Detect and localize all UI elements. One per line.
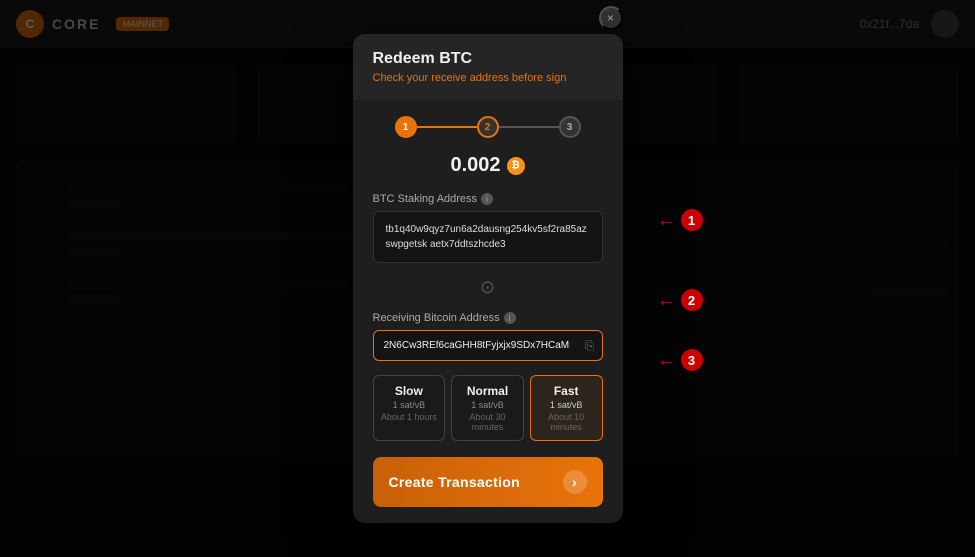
- step-1-label: 1: [403, 122, 409, 133]
- arrow-3-icon: ←: [657, 349, 677, 372]
- step-2: 2: [477, 116, 499, 138]
- redeem-modal: Redeem BTC Check your receive address be…: [353, 34, 623, 523]
- speed-slow-time: About 1 hours: [378, 412, 441, 422]
- speed-normal-time: About 30 minutes: [456, 412, 519, 432]
- speed-slow-rate: 1 sat/vB: [378, 400, 441, 410]
- annotation-2: ← 2: [657, 289, 703, 312]
- close-button[interactable]: ×: [599, 6, 623, 30]
- annotation-3-label: 3: [681, 349, 703, 371]
- modal-subtitle: Check your receive address before sign: [373, 72, 603, 84]
- step-indicator: 1 2 3: [373, 116, 603, 138]
- step-line-1: [417, 126, 477, 128]
- speed-fast[interactable]: Fast 1 sat/vB About 10 minutes: [530, 375, 603, 441]
- modal-overlay: × Redeem BTC Check your receive address …: [0, 0, 975, 557]
- speed-normal-name: Normal: [456, 384, 519, 398]
- paste-icon[interactable]: ⎘: [585, 338, 595, 353]
- staking-info-icon[interactable]: i: [481, 193, 493, 205]
- step-3: 3: [559, 116, 581, 138]
- staking-label-text: BTC Staking Address: [373, 193, 478, 205]
- arrow-1-icon: ←: [657, 209, 677, 232]
- modal-title: Redeem BTC: [373, 50, 603, 68]
- btc-icon: ₿: [507, 157, 525, 175]
- create-btn-label: Create Transaction: [389, 474, 520, 490]
- amount-number: 0.002: [450, 154, 500, 177]
- speed-normal[interactable]: Normal 1 sat/vB About 30 minutes: [451, 375, 524, 441]
- annotation-3: ← 3: [657, 349, 703, 372]
- step-line-2: [499, 126, 559, 128]
- receiving-label-text: Receiving Bitcoin Address: [373, 312, 500, 324]
- amount-value: 0.002 ₿: [373, 154, 603, 177]
- step-3-label: 3: [567, 122, 573, 133]
- step-2-label: 2: [485, 122, 491, 133]
- create-transaction-button[interactable]: Create Transaction ›: [373, 457, 603, 507]
- step-1: 1: [395, 116, 417, 138]
- staking-label: BTC Staking Address i: [373, 193, 603, 205]
- amount-display: 0.002 ₿: [373, 154, 603, 177]
- receiving-address-input[interactable]: [373, 330, 603, 361]
- annotation-2-label: 2: [681, 289, 703, 311]
- receiving-address-wrapper: ⎘: [373, 330, 603, 361]
- annotation-1: ← 1: [657, 209, 703, 232]
- receiving-label: Receiving Bitcoin Address i: [373, 312, 603, 324]
- create-btn-arrow-icon: ›: [563, 470, 587, 494]
- speed-slow-name: Slow: [378, 384, 441, 398]
- speed-slow[interactable]: Slow 1 sat/vB About 1 hours: [373, 375, 446, 441]
- receiving-info-icon[interactable]: i: [504, 312, 516, 324]
- modal-body: 1 2 3 0.002 ₿: [353, 100, 623, 523]
- speed-fast-time: About 10 minutes: [535, 412, 598, 432]
- annotation-1-label: 1: [681, 209, 703, 231]
- divider: ⊙: [373, 277, 603, 298]
- speed-normal-rate: 1 sat/vB: [456, 400, 519, 410]
- arrow-2-icon: ←: [657, 289, 677, 312]
- staking-address: tb1q40w9qyz7un6a2dausng254kv5sf2ra85azsw…: [373, 211, 603, 263]
- speed-options: Slow 1 sat/vB About 1 hours Normal 1 sat…: [373, 375, 603, 441]
- modal-header: Redeem BTC Check your receive address be…: [353, 34, 623, 100]
- speed-fast-rate: 1 sat/vB: [535, 400, 598, 410]
- close-icon: ×: [607, 11, 614, 25]
- down-arrow-icon: ⊙: [480, 277, 495, 297]
- speed-fast-name: Fast: [535, 384, 598, 398]
